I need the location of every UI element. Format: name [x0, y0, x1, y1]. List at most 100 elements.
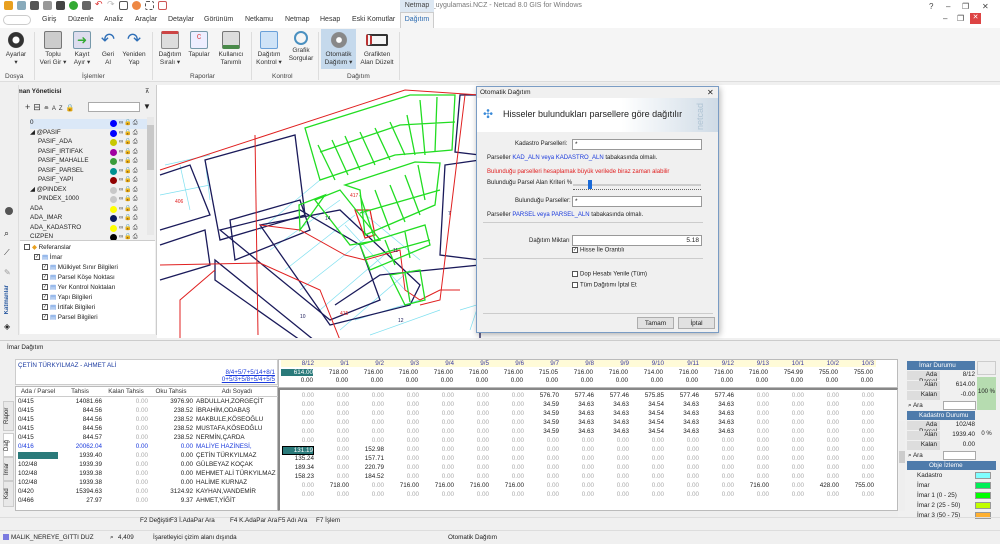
table-cell[interactable]: 0.00: [104, 416, 148, 423]
grid-cell[interactable]: 34.63: [667, 401, 699, 408]
table-cell[interactable]: 1939.39: [58, 461, 102, 468]
table-cell[interactable]: 1939.38: [58, 470, 102, 477]
layer-color-swatch[interactable]: [110, 177, 117, 184]
grid-cell[interactable]: 152.98: [352, 446, 384, 453]
grid-cell[interactable]: 34.63: [597, 428, 629, 435]
grid-cell[interactable]: 0.00: [282, 392, 314, 399]
grid-cell[interactable]: 0.00: [527, 455, 559, 462]
checkbox[interactable]: ✓: [42, 294, 48, 301]
dialog-close-button[interactable]: ✕: [707, 88, 714, 97]
grid-cell[interactable]: 0.00: [282, 410, 314, 417]
table-cell[interactable]: 102/48: [18, 461, 58, 468]
layer-state-icons[interactable]: ∞🔒⎙: [119, 205, 139, 213]
table-cell[interactable]: 0.00: [104, 425, 148, 432]
layer-color-swatch[interactable]: [110, 224, 117, 232]
grid-column-header[interactable]: 10/3: [841, 360, 876, 367]
table-cell[interactable]: 0.00: [104, 479, 148, 486]
grid-cell[interactable]: 34.63: [667, 428, 699, 435]
layer-state-icons[interactable]: ∞🔒⎙: [119, 119, 139, 127]
grid-cell[interactable]: 34.63: [702, 419, 734, 426]
tab-analiz[interactable]: Analiz: [104, 16, 123, 23]
grid-cell[interactable]: 34.54: [632, 401, 664, 408]
table-cell[interactable]: 1939.38: [58, 479, 102, 486]
checkbox[interactable]: ✓: [42, 264, 48, 271]
grid-cell[interactable]: 0.00: [457, 464, 489, 471]
table-cell[interactable]: 102/48: [18, 479, 58, 486]
alan-kriteri-slider[interactable]: [573, 180, 701, 189]
doc-minimize-button[interactable]: –: [943, 14, 947, 23]
layer-state-icons[interactable]: ∞🔒⎙: [119, 195, 139, 203]
grid-cell[interactable]: 0.00: [352, 482, 384, 489]
grid-cell[interactable]: 0.00: [492, 464, 524, 471]
fkey-button[interactable]: F4 K.AdaPar Ara: [230, 517, 277, 524]
grid-cell[interactable]: 0.00: [317, 401, 349, 408]
grid-cell[interactable]: 0.00: [527, 491, 559, 498]
grid-cell[interactable]: 0.00: [772, 410, 804, 417]
tree-item[interactable]: ✓ ▤ Parsel Bilgileri: [42, 314, 98, 321]
grid-cell[interactable]: 0.00: [422, 446, 454, 453]
grid-column-header[interactable]: 9/12: [701, 360, 736, 367]
dagitim-sirali-button[interactable]: Dağıtım Sıralı ▾: [155, 31, 185, 67]
tamam-button[interactable]: Tamam: [637, 317, 674, 329]
grid-cell[interactable]: 184.52: [352, 473, 384, 480]
tree-item[interactable]: ◆ Referanslar: [24, 244, 71, 251]
imar-search-input[interactable]: [943, 401, 976, 410]
grid-cell[interactable]: 0.00: [527, 446, 559, 453]
grid-cell[interactable]: 0.00: [387, 446, 419, 453]
grid-cell[interactable]: 0.00: [387, 455, 419, 462]
grid-cell[interactable]: 34.63: [597, 419, 629, 426]
grid-cell[interactable]: 0.00: [772, 437, 804, 444]
layer-color-swatch[interactable]: [110, 186, 117, 194]
imar-search[interactable]: ⌕ Ara: [908, 402, 923, 410]
grid-cell[interactable]: 0.00: [352, 428, 384, 435]
lock-icon[interactable]: 🔒: [66, 105, 78, 112]
grid-cell[interactable]: 0.00: [457, 428, 489, 435]
close-button[interactable]: ✕: [982, 2, 989, 11]
grid-cell[interactable]: 0.00: [807, 392, 839, 399]
table-cell[interactable]: KAYHAN,VANDEMİR: [196, 488, 278, 495]
ayarlar-button[interactable]: Ayarlar ▾: [3, 31, 29, 67]
grid-cell[interactable]: 0.00: [387, 491, 419, 498]
layer-row[interactable]: 0 ∞🔒⎙: [30, 119, 148, 129]
table-cell[interactable]: 238.52: [149, 425, 193, 432]
grid-cell[interactable]: 0.00: [632, 446, 664, 453]
layer-row[interactable]: ◢ @PASIF ∞🔒⎙: [30, 129, 148, 139]
grid-cell[interactable]: 0.00: [527, 464, 559, 471]
grid-cell[interactable]: 0.00: [772, 392, 804, 399]
fkey-button[interactable]: F5 Adı Ara: [278, 517, 307, 524]
grid-cell[interactable]: 0.00: [352, 419, 384, 426]
grid-cell[interactable]: 0.00: [842, 473, 874, 480]
grid-cell[interactable]: 34.63: [702, 410, 734, 417]
layer-color-swatch[interactable]: [110, 139, 117, 146]
layer-state-icons[interactable]: ∞🔒⎙: [119, 176, 139, 184]
grid-cell[interactable]: 0.00: [387, 437, 419, 444]
grid-cell[interactable]: 0.00: [492, 491, 524, 498]
table-cell[interactable]: MAKBULE,KÖSEOĞLU: [196, 416, 278, 423]
doc-close-button[interactable]: ✕: [970, 13, 981, 24]
table-cell[interactable]: MEHMET ALİ TÜRKYILMAZ: [196, 470, 278, 477]
grid-cell[interactable]: 0.00: [492, 446, 524, 453]
table-cell[interactable]: 0.00: [104, 461, 148, 468]
grid-cell[interactable]: 0.00: [352, 491, 384, 498]
grid-cell[interactable]: 0.00: [737, 446, 769, 453]
grid-cell[interactable]: 0.00: [387, 428, 419, 435]
grid-cell[interactable]: 0.00: [492, 455, 524, 462]
layer-state-icons[interactable]: ∞🔒⎙: [119, 167, 139, 175]
grid-cell[interactable]: 577.46: [562, 392, 594, 399]
column-header[interactable]: Adı Soyadı: [196, 388, 278, 395]
grid-cell[interactable]: 34.54: [632, 419, 664, 426]
grid-cell[interactable]: 0.00: [457, 392, 489, 399]
grid-cell[interactable]: 0.00: [422, 455, 454, 462]
grid-cell[interactable]: 0.00: [667, 473, 699, 480]
layer-row[interactable]: ◢ @PINDEX ∞🔒⎙: [30, 186, 148, 196]
sort-icon[interactable]: AZ: [52, 106, 66, 112]
grid-cell[interactable]: 0.00: [282, 437, 314, 444]
grid-cell[interactable]: 0.00: [842, 437, 874, 444]
grid-cell[interactable]: 0.00: [387, 410, 419, 417]
table-cell[interactable]: 9.37: [149, 497, 193, 504]
grid-cell[interactable]: 0.00: [317, 473, 349, 480]
grid-cell[interactable]: 0.00: [457, 455, 489, 462]
table-cell[interactable]: MALİYE HAZİNESİ,: [196, 443, 278, 450]
grid-cell[interactable]: 0.00: [282, 419, 314, 426]
grid-cell[interactable]: 0.00: [457, 410, 489, 417]
